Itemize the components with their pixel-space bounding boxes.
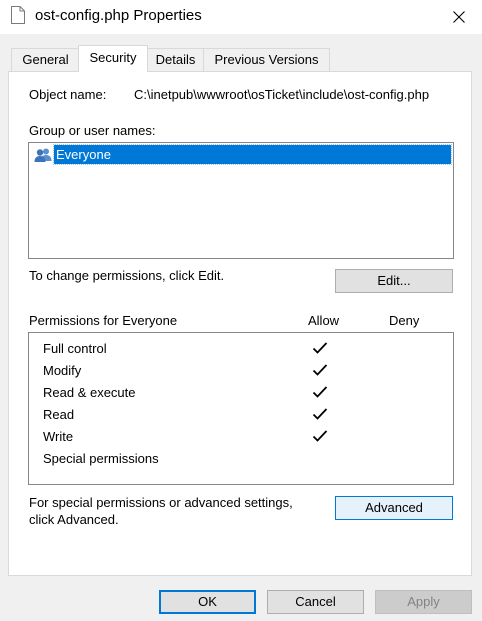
object-name-label: Object name: [29,87,107,102]
change-permissions-text: To change permissions, click Edit. [29,268,225,283]
tab-details[interactable]: Details [146,48,205,71]
permission-row-write: Write [29,426,453,448]
permission-name: Read & execute [43,385,136,400]
permission-name: Full control [43,341,107,356]
permission-row-read: Read [29,404,453,426]
deny-column-header: Deny [389,313,420,328]
permission-row-special-permissions: Special permissions [29,448,453,470]
permission-name: Read [43,407,75,422]
permissions-list: Full control Modify Read & execute Read … [28,332,454,485]
permission-row-full-control: Full control [29,338,453,360]
close-icon [453,11,465,23]
apply-button[interactable]: Apply [375,590,472,614]
checkmark-icon [309,385,331,401]
allow-column-header: Allow [308,313,340,328]
advanced-settings-text-line1: For special permissions or advanced sett… [29,495,293,510]
tab-previous-versions[interactable]: Previous Versions [203,48,330,71]
advanced-button[interactable]: Advanced [335,496,453,520]
users-icon [34,147,52,163]
tab-security[interactable]: Security [78,45,148,72]
checkmark-icon [309,363,331,379]
checkmark-icon [309,429,331,445]
checkmark-icon [309,407,331,423]
ok-button[interactable]: OK [159,590,256,614]
cancel-button[interactable]: Cancel [267,590,364,614]
group-user-listbox[interactable]: Everyone [28,142,454,259]
advanced-settings-text-line2: click Advanced. [29,512,119,527]
list-item-label: Everyone [53,144,452,165]
group-names-label: Group or user names: [29,123,156,138]
properties-dialog: ost-config.php Properties General Securi… [0,0,482,621]
window-title: ost-config.php Properties [35,7,202,24]
list-item-everyone[interactable]: Everyone [31,144,452,165]
checkmark-icon [309,341,331,357]
tab-general[interactable]: General [11,48,80,71]
permission-name: Special permissions [43,451,159,466]
close-button[interactable] [436,0,482,34]
permission-row-read-execute: Read & execute [29,382,453,404]
permission-name: Write [43,429,74,444]
edit-button[interactable]: Edit... [335,269,453,293]
title-bar: ost-config.php Properties [0,0,482,34]
file-icon [11,6,25,24]
permission-name: Modify [43,363,82,378]
permissions-for-label: Permissions for Everyone [29,313,178,328]
object-name-value: C:\inetpub\wwwroot\osTicket\include\ost-… [134,87,430,102]
permission-row-modify: Modify [29,360,453,382]
